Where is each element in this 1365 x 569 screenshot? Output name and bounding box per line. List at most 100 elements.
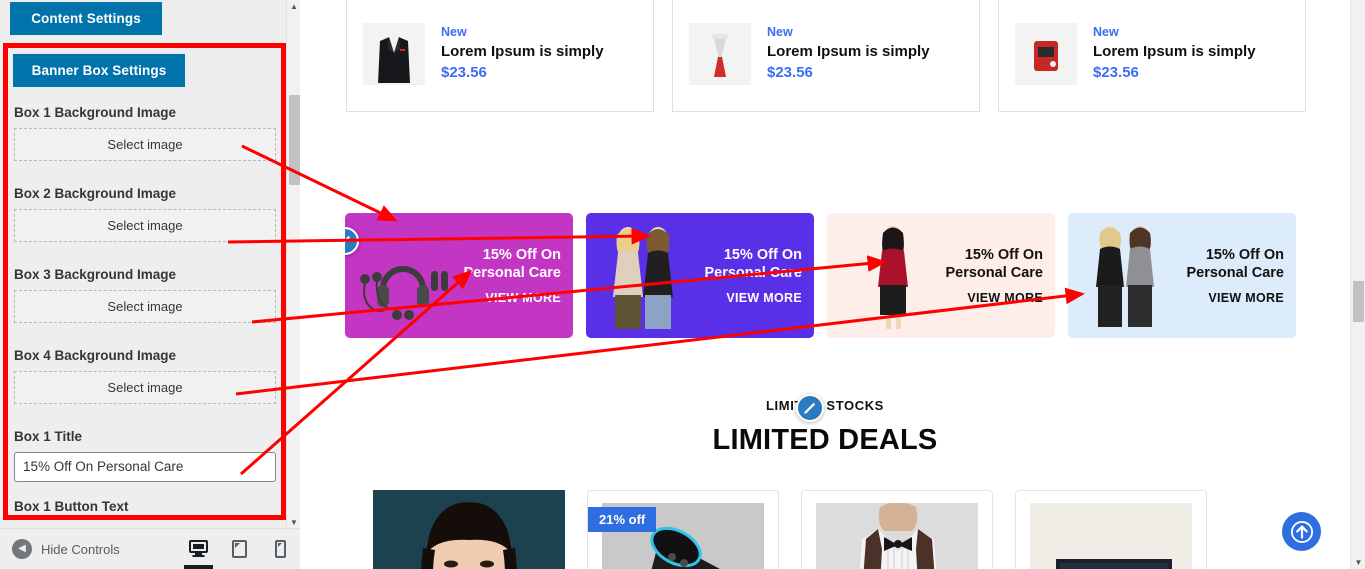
deal-card[interactable]: 21% off <box>587 490 779 569</box>
product-row[interactable]: New Lorem Ipsum is simply $23.56 <box>999 0 1305 111</box>
banner-cta-button[interactable]: VIEW MORE <box>692 291 802 305</box>
select-image-button-box4[interactable]: Select image <box>14 371 276 404</box>
page-scrollbar-thumb[interactable] <box>1353 281 1364 322</box>
field-box3-background-image: Box 3 Background Image Select image <box>14 267 276 323</box>
field-label: Box 1 Background Image <box>14 105 177 120</box>
banner-title: 15% Off On Personal Care <box>704 247 802 281</box>
scroll-up-arrow-icon[interactable]: ▲ <box>287 0 301 12</box>
banner-box-settings-panel: Banner Box Settings Box 1 Background Ima… <box>3 43 286 520</box>
content-settings-button[interactable]: Content Settings <box>10 2 162 35</box>
product-name: Lorem Ipsum is simply <box>767 43 930 60</box>
banner-cta-button[interactable]: VIEW MORE <box>451 291 561 305</box>
deal-card[interactable]: GONE GIRL <box>1015 490 1207 569</box>
field-label: Box 2 Background Image <box>14 186 177 201</box>
page-scroll-down-arrow-icon[interactable]: ▼ <box>1351 558 1365 567</box>
sidebar-footer-toolbar: ◀ Hide Controls <box>0 528 300 569</box>
banner-box-4[interactable]: 15% Off On Personal Care VIEW MORE <box>1068 213 1296 338</box>
product-thumbnail <box>363 22 425 85</box>
woman-dark-hair-image <box>373 490 565 569</box>
two-women-sweaters-image <box>1096 225 1154 327</box>
banner-title: 15% Off On Personal Care <box>945 247 1043 281</box>
deal-media <box>373 490 565 569</box>
woman-red-blouse-image <box>878 225 908 329</box>
device-preview-buttons <box>178 528 301 569</box>
banner-text: 15% Off On Personal Care VIEW MORE <box>1174 246 1296 305</box>
headphones-earbuds-image <box>360 265 448 320</box>
product-price: $23.56 <box>1093 64 1139 81</box>
banner-box-1[interactable]: 15% Off On Personal Care VIEW MORE <box>345 213 573 338</box>
banner-text: 15% Off On Personal Care VIEW MORE <box>692 246 814 305</box>
hide-controls-label: Hide Controls <box>41 541 120 557</box>
deals-subtitle: LIMITED STOCKS <box>766 398 884 413</box>
banner-art <box>351 221 451 331</box>
field-box1-background-image: Box 1 Background Image Select image <box>14 105 276 161</box>
scroll-down-arrow-icon[interactable]: ▼ <box>287 516 301 528</box>
product-column: Lorem Ipsum is simply $23.56 <box>346 0 654 112</box>
product-thumbnail <box>689 22 751 85</box>
banner-cta-button[interactable]: VIEW MORE <box>943 291 1043 305</box>
product-price: $23.56 <box>441 64 487 81</box>
field-box1-button-text: Box 1 Button Text <box>14 499 276 522</box>
tv-gone-girl-image: GONE GIRL <box>1030 503 1192 569</box>
banner-art <box>592 221 692 331</box>
red-carafe-image <box>696 26 744 85</box>
black-suit-image <box>370 26 418 85</box>
product-grid: Lorem Ipsum is simply $23.56 <box>346 0 1306 112</box>
box1-title-input[interactable] <box>14 452 276 482</box>
pencil-icon <box>345 235 351 243</box>
banner-box-settings-button[interactable]: Banner Box Settings <box>13 54 185 87</box>
man-bowtie-image <box>816 503 978 569</box>
field-label: Box 1 Title <box>14 429 83 444</box>
two-women-casual-image <box>613 226 673 329</box>
product-name: Lorem Ipsum is simply <box>441 43 604 60</box>
device-button-tablet[interactable] <box>219 528 260 569</box>
banner-box-2[interactable]: 15% Off On Personal Care VIEW MORE <box>586 213 814 338</box>
edit-deals-pencil-icon[interactable] <box>796 394 824 422</box>
select-image-button-box1[interactable]: Select image <box>14 128 276 161</box>
banner-cta-button[interactable]: VIEW MORE <box>1174 291 1284 305</box>
field-label: Box 1 Button Text <box>14 499 129 514</box>
sidebar-scroll-area: Content Settings Banner Box Settings Box… <box>0 0 286 528</box>
page-scrollbar[interactable]: ▼ <box>1350 0 1365 569</box>
select-image-button-box3[interactable]: Select image <box>14 290 276 323</box>
device-button-desktop[interactable] <box>178 528 219 569</box>
banner-text: 15% Off On Personal Care VIEW MORE <box>943 246 1055 305</box>
device-button-mobile[interactable] <box>260 528 301 569</box>
arrow-up-circle-icon <box>1290 520 1313 543</box>
customizer-sidebar: Content Settings Banner Box Settings Box… <box>0 0 300 569</box>
product-tag: New <box>1093 25 1119 39</box>
banner-title: 15% Off On Personal Care <box>1186 247 1284 281</box>
banner-art <box>1074 221 1174 331</box>
select-image-button-box2[interactable]: Select image <box>14 209 276 242</box>
scroll-to-top-button[interactable] <box>1282 512 1321 551</box>
field-label: Box 3 Background Image <box>14 267 177 282</box>
deal-card[interactable] <box>801 490 993 569</box>
tablet-icon <box>232 539 247 558</box>
product-tag: New <box>441 25 467 39</box>
deals-title: LIMITED DEALS <box>712 424 938 456</box>
deal-card[interactable] <box>373 490 565 569</box>
sidebar-scrollbar[interactable]: ▲ ▼ <box>286 0 300 528</box>
hide-controls-button[interactable]: ◀ Hide Controls <box>12 539 120 559</box>
limited-deals-heading-block: LIMITED STOCKS LIMITED DEALS <box>300 394 1350 457</box>
product-row[interactable]: New Lorem Ipsum is simply $23.56 <box>673 0 979 111</box>
product-name: Lorem Ipsum is simply <box>1093 43 1256 60</box>
deal-media <box>816 503 978 569</box>
left-arrow-icon: ◀ <box>12 539 32 559</box>
field-box1-title: Box 1 Title <box>14 429 276 482</box>
banner-box-row: 15% Off On Personal Care VIEW MORE 15% O… <box>345 213 1296 338</box>
sidebar-scrollbar-thumb[interactable] <box>289 95 300 185</box>
product-column: Lorem Ipsum is simply $23.56 <box>672 0 980 112</box>
red-toaster-image <box>1022 26 1070 85</box>
desktop-icon <box>189 539 208 557</box>
pencil-icon <box>804 402 816 414</box>
product-thumbnail <box>1015 22 1077 85</box>
product-price: $23.56 <box>767 64 813 81</box>
banner-box-3[interactable]: 15% Off On Personal Care VIEW MORE <box>827 213 1055 338</box>
discount-badge: 21% off <box>588 507 657 532</box>
banner-art <box>843 221 943 331</box>
customizer-screen: Content Settings Banner Box Settings Box… <box>0 0 1365 569</box>
field-box4-background-image: Box 4 Background Image Select image <box>14 348 276 404</box>
field-label: Box 4 Background Image <box>14 348 177 363</box>
product-row[interactable]: New Lorem Ipsum is simply $23.56 <box>347 0 653 111</box>
